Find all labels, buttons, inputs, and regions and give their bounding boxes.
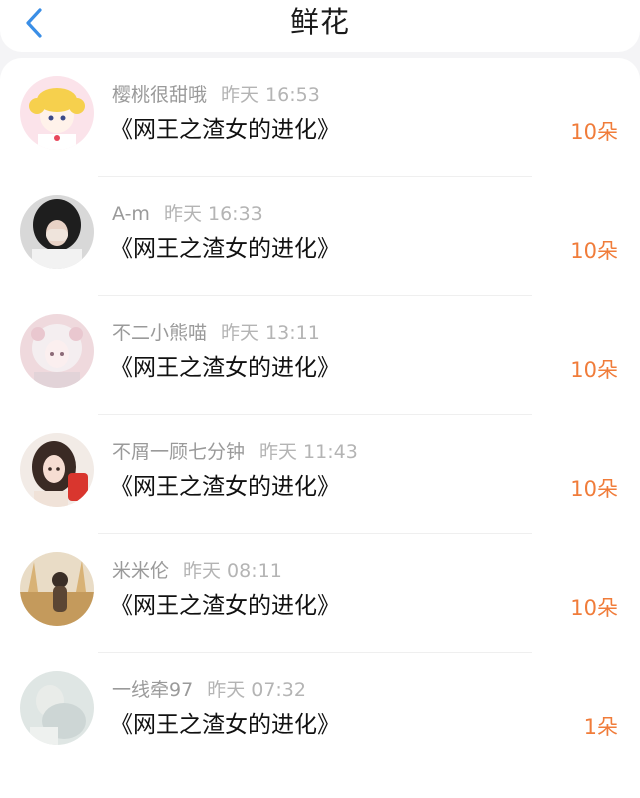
list-item[interactable]: 不屑一顾七分钟 昨天 11:43 《网王之渣女的进化》 10朵 [0, 415, 640, 534]
book-title[interactable]: 《网王之渣女的进化》 [110, 709, 340, 741]
book-title[interactable]: 《网王之渣女的进化》 [110, 590, 340, 622]
timestamp: 昨天 08:11 [183, 560, 282, 582]
avatar[interactable] [20, 671, 94, 745]
flower-count: 10朵 [570, 477, 618, 501]
list-item[interactable]: 不二小熊喵 昨天 13:11 《网王之渣女的进化》 10朵 [0, 296, 640, 415]
timestamp: 昨天 11:43 [259, 441, 358, 463]
username: 米米伦 [112, 560, 170, 582]
record-meta: 米米伦 昨天 08:11 [112, 558, 282, 584]
record-meta: A-m 昨天 16:33 [112, 201, 263, 227]
page-title: 鲜花 [289, 5, 350, 39]
flower-count: 10朵 [570, 239, 618, 263]
book-title[interactable]: 《网王之渣女的进化》 [110, 471, 340, 503]
username: 一线牵97 [112, 679, 194, 701]
list-item[interactable]: 米米伦 昨天 08:11 《网王之渣女的进化》 10朵 [0, 534, 640, 653]
username: 不屑一顾七分钟 [112, 441, 246, 463]
avatar[interactable] [20, 195, 94, 269]
username: 樱桃很甜哦 [112, 84, 208, 106]
record-meta: 不二小熊喵 昨天 13:11 [112, 320, 320, 346]
book-title[interactable]: 《网王之渣女的进化》 [110, 114, 340, 146]
record-meta: 不屑一顾七分钟 昨天 11:43 [112, 439, 358, 465]
flower-record-list: 樱桃很甜哦 昨天 16:53 《网王之渣女的进化》 10朵 A-m 昨天 16:33… [0, 58, 640, 798]
list-item[interactable]: 樱桃很甜哦 昨天 16:53 《网王之渣女的进化》 10朵 [0, 58, 640, 177]
flower-count: 10朵 [570, 358, 618, 382]
list-item[interactable]: 一线牵97 昨天 07:32 《网王之渣女的进化》 1朵 [0, 653, 640, 772]
list-item[interactable]: A-m 昨天 16:33 《网王之渣女的进化》 10朵 [0, 177, 640, 296]
timestamp: 昨天 16:53 [221, 84, 320, 106]
record-meta: 一线牵97 昨天 07:32 [112, 677, 306, 703]
avatar[interactable] [20, 314, 94, 388]
timestamp: 昨天 16:33 [163, 203, 263, 225]
book-title[interactable]: 《网王之渣女的进化》 [110, 352, 340, 384]
flower-count: 10朵 [570, 120, 618, 144]
timestamp: 昨天 07:32 [207, 679, 306, 701]
book-title[interactable]: 《网王之渣女的进化》 [110, 233, 340, 265]
flower-count: 1朵 [583, 715, 618, 739]
username: A-m [112, 203, 150, 225]
avatar[interactable] [20, 552, 94, 626]
top-navigation-bar: 鲜花 [0, 0, 640, 52]
username: 不二小熊喵 [112, 322, 208, 344]
flower-count: 10朵 [570, 596, 618, 620]
timestamp: 昨天 13:11 [221, 322, 320, 344]
avatar[interactable] [20, 433, 94, 507]
avatar[interactable] [20, 76, 94, 150]
record-meta: 樱桃很甜哦 昨天 16:53 [112, 82, 320, 108]
